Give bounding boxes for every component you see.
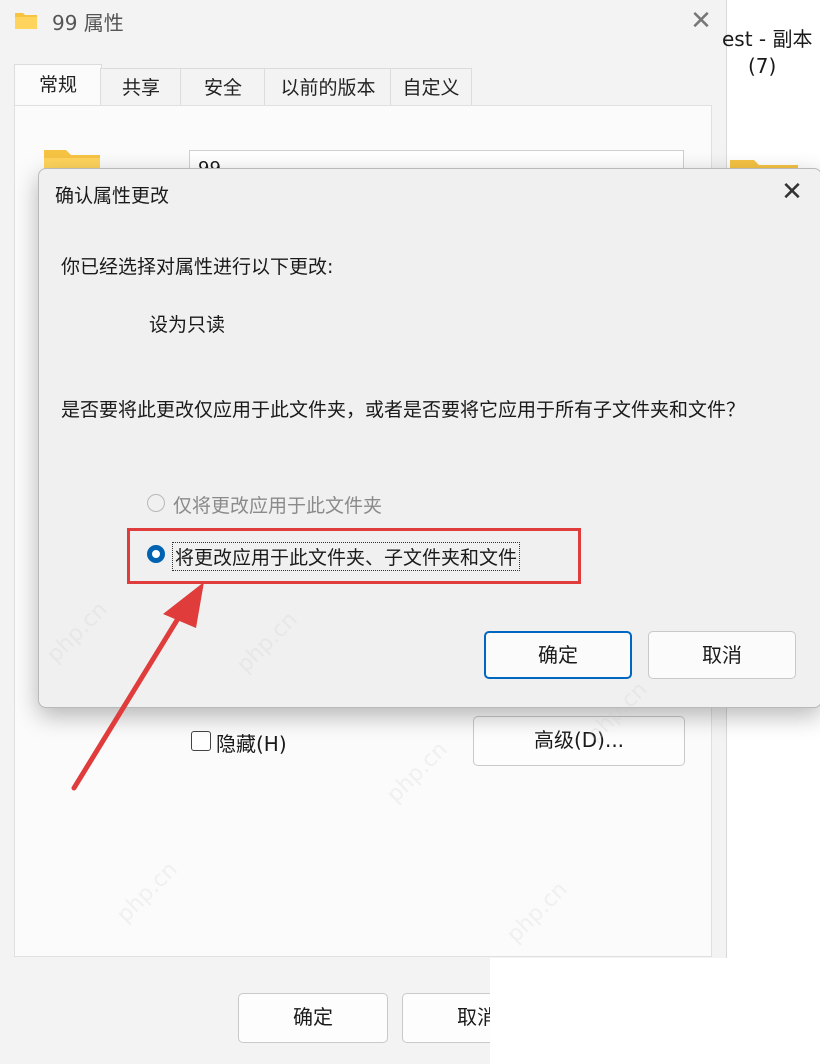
attribute-change-text: 设为只读 (149, 314, 226, 336)
advanced-button[interactable]: 高级(D)... (473, 716, 685, 766)
window-title: 99 属性 (52, 11, 124, 35)
dialog-cancel-button[interactable]: 取消 (648, 631, 796, 679)
tab-previous-versions[interactable]: 以前的版本 (264, 68, 392, 107)
cropped-area (490, 958, 820, 1064)
explorer-item-label-count: (7) (748, 54, 777, 78)
confirm-attribute-dialog: 确认属性更改 ✕ 你已经选择对属性进行以下更改: 设为只读 是否要将此更改仅应用… (38, 168, 820, 708)
apply-folder-only-label[interactable]: 仅将更改应用于此文件夹 (173, 491, 382, 518)
apply-folder-only-radio[interactable] (147, 494, 165, 512)
window-close-button[interactable]: ✕ (686, 6, 716, 36)
hidden-checkbox[interactable] (191, 731, 211, 751)
properties-ok-button[interactable]: 确定 (238, 993, 388, 1043)
explorer-item-label[interactable]: est - 副本 (722, 23, 813, 52)
tab-sharing[interactable]: 共享 (100, 68, 182, 107)
dialog-prompt: 你已经选择对属性进行以下更改: (61, 256, 334, 278)
tab-general[interactable]: 常规 (14, 64, 102, 109)
hidden-checkbox-label: 隐藏(H) (216, 732, 287, 756)
dialog-ok-button[interactable]: 确定 (484, 631, 632, 679)
folder-icon (15, 13, 37, 29)
dialog-title: 确认属性更改 (55, 185, 170, 207)
tab-security[interactable]: 安全 (180, 68, 266, 107)
annotation-highlight-box (127, 528, 581, 584)
dialog-close-button[interactable]: ✕ (775, 175, 809, 209)
tab-customize[interactable]: 自定义 (390, 68, 472, 107)
dialog-question: 是否要将此更改仅应用于此文件夹，或者是否要将它应用于所有子文件夹和文件？ (61, 399, 746, 421)
